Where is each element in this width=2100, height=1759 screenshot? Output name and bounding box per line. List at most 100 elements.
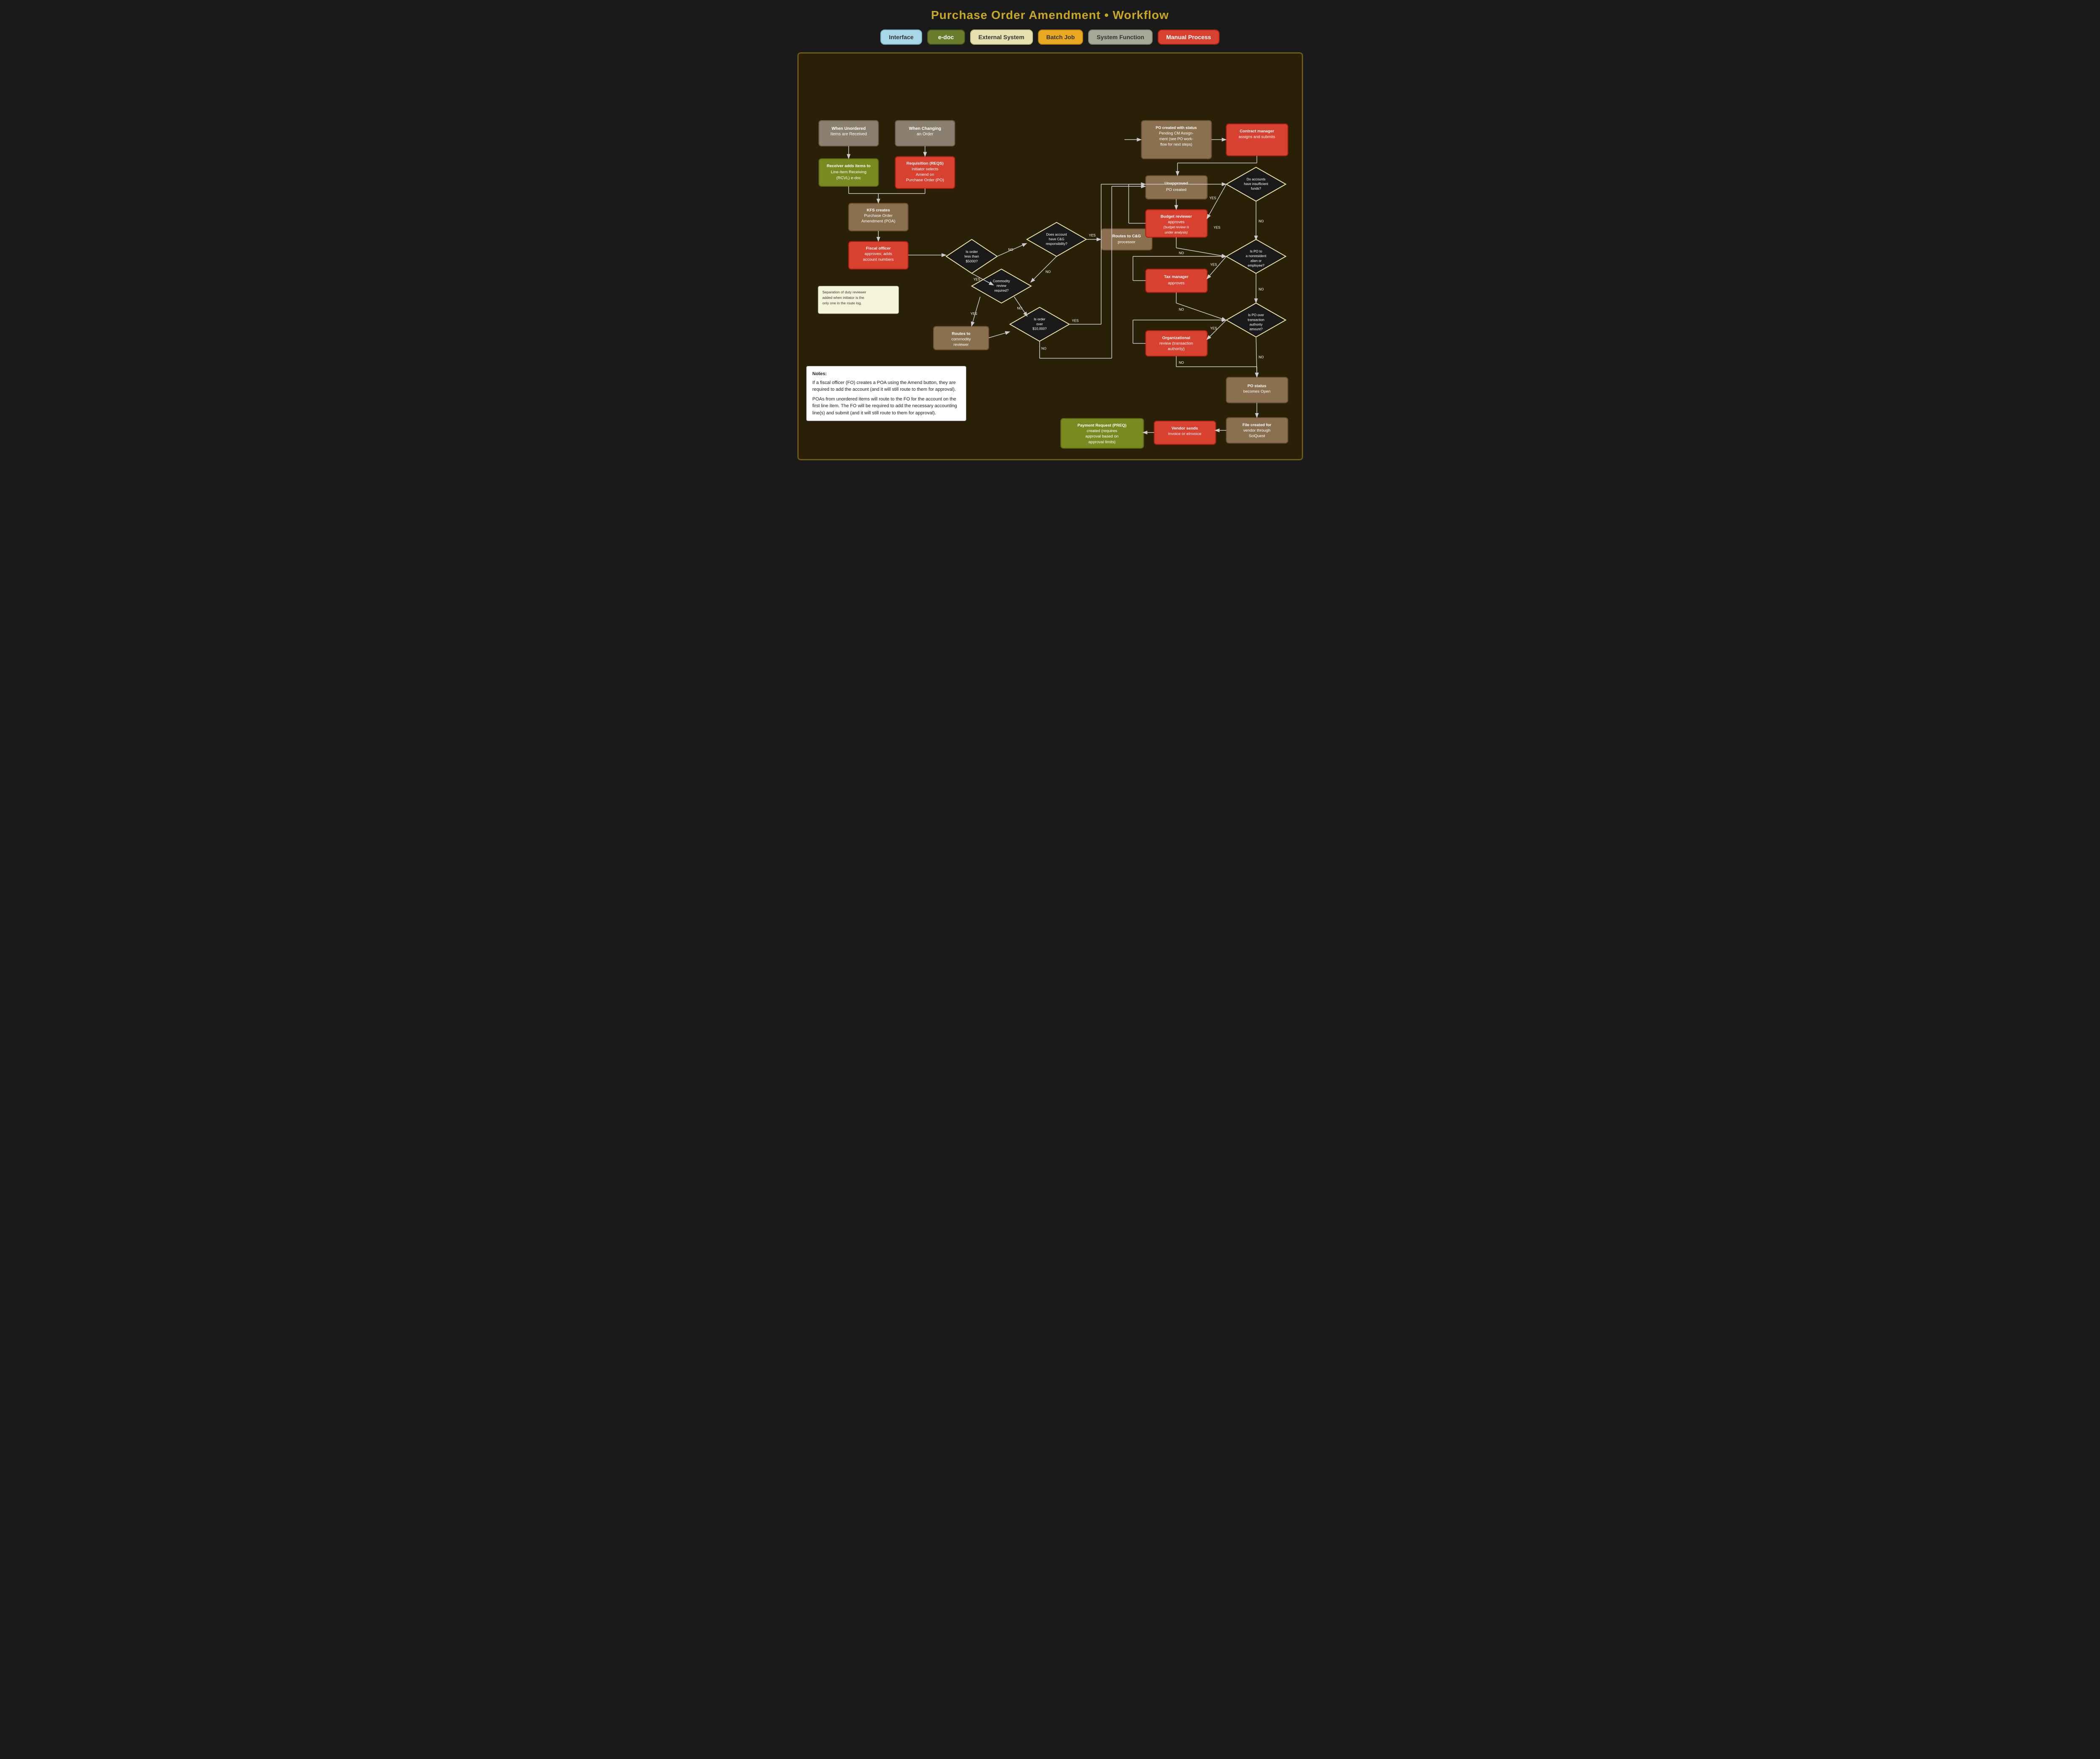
svg-text:YES: YES (973, 278, 980, 282)
svg-text:funds?: funds? (1251, 187, 1261, 191)
svg-text:YES: YES (1072, 319, 1078, 322)
svg-text:YES: YES (1210, 263, 1217, 266)
svg-text:becomes Open: becomes Open (1243, 389, 1271, 394)
diagram-area: When Unordered Items are Received When C… (797, 52, 1303, 460)
svg-text:NO: NO (1258, 355, 1263, 359)
svg-text:vendor through: vendor through (1243, 428, 1270, 433)
svg-text:NO: NO (1179, 251, 1184, 255)
svg-text:over: over (1036, 322, 1043, 326)
svg-text:Does account: Does account (1046, 233, 1067, 236)
legend-interface: Interface (880, 30, 922, 45)
svg-text:File created for: File created for (1242, 423, 1271, 427)
svg-text:Routes to C&G: Routes to C&G (1112, 234, 1141, 239)
svg-text:amount?: amount? (1249, 327, 1263, 331)
svg-text:Requisition (REQS): Requisition (REQS) (906, 161, 943, 166)
svg-text:Payment Request (PREQ): Payment Request (PREQ) (1077, 423, 1126, 428)
svg-text:created (requires: created (requires (1086, 429, 1117, 433)
svg-text:Amendment (POA): Amendment (POA) (861, 219, 895, 224)
svg-text:Is PO to: Is PO to (1250, 250, 1262, 253)
svg-text:Tax manager: Tax manager (1164, 275, 1188, 279)
svg-text:approves: approves (1168, 281, 1185, 286)
svg-text:assigns and submits: assigns and submits (1239, 134, 1275, 139)
svg-text:have C&G: have C&G (1049, 237, 1064, 241)
svg-text:commodity: commodity (951, 337, 971, 342)
svg-text:Unapproved: Unapproved (1164, 181, 1188, 186)
svg-text:an Order: an Order (917, 132, 933, 137)
svg-text:flow for next steps): flow for next steps) (1160, 142, 1192, 146)
svg-text:(RCVL) e-doc: (RCVL) e-doc (836, 176, 861, 180)
svg-text:reviewer: reviewer (953, 343, 969, 347)
notes-box: Notes: If a fiscal officer (FO) creates … (806, 366, 966, 421)
notes-text-2: POAs from unordered items will route to … (813, 396, 960, 417)
svg-text:authority: authority (1249, 322, 1262, 326)
svg-text:transaction: transaction (1247, 318, 1264, 322)
notes-text-1: If a fiscal officer (FO) creates a POA u… (813, 379, 960, 393)
svg-text:NO: NO (1017, 306, 1022, 310)
svg-text:processor: processor (1118, 240, 1136, 244)
svg-text:Routes to: Routes to (952, 331, 970, 336)
svg-text:Budget reviewer: Budget reviewer (1160, 215, 1192, 219)
svg-text:PO created with status: PO created with status (1156, 126, 1197, 130)
legend-system: System Function (1088, 30, 1153, 45)
svg-text:(budget review is: (budget review is (1163, 226, 1189, 229)
svg-text:approves; adds: approves; adds (864, 252, 892, 256)
svg-text:ment (see PO work-: ment (see PO work- (1159, 137, 1193, 141)
svg-text:review (transaction: review (transaction (1159, 341, 1193, 346)
svg-text:account numbers: account numbers (863, 257, 893, 262)
svg-text:Purchase Order: Purchase Order (864, 214, 893, 218)
svg-text:$5000?: $5000? (966, 259, 978, 263)
svg-text:KFS creates: KFS creates (866, 208, 890, 212)
svg-text:NO: NO (1008, 248, 1013, 252)
svg-text:Is order: Is order (966, 250, 978, 254)
svg-text:Is PO over: Is PO over (1248, 313, 1264, 317)
svg-text:only one in the route log.: only one in the route log. (822, 301, 862, 305)
svg-text:Line-Item Receiving: Line-Item Receiving (831, 170, 866, 175)
legend-batch: Batch Job (1038, 30, 1084, 45)
svg-text:approval limits): approval limits) (1088, 440, 1115, 444)
svg-text:Contract manager: Contract manager (1239, 129, 1274, 134)
svg-text:responsibility?: responsibility? (1046, 242, 1067, 246)
svg-text:YES: YES (970, 312, 977, 316)
svg-text:under analysis): under analysis) (1164, 231, 1188, 234)
svg-text:Pending CM Assign-: Pending CM Assign- (1159, 131, 1193, 135)
legend-manual: Manual Process (1158, 30, 1220, 45)
notes-title: Notes: (813, 371, 960, 378)
svg-text:Is order: Is order (1034, 317, 1046, 321)
svg-text:Fiscal officer: Fiscal officer (866, 246, 890, 251)
svg-text:YES: YES (1210, 326, 1217, 330)
svg-text:invoice or eInvoice: invoice or eInvoice (1168, 432, 1201, 436)
svg-text:Amend on: Amend on (916, 172, 934, 177)
svg-text:Do accounts: Do accounts (1247, 177, 1266, 181)
svg-text:Vendor sends: Vendor sends (1171, 426, 1198, 431)
svg-text:PO created: PO created (1166, 188, 1186, 192)
svg-text:approval based on: approval based on (1085, 434, 1118, 439)
svg-text:YES: YES (1213, 226, 1220, 230)
svg-text:Commodity: Commodity (992, 279, 1010, 283)
svg-text:required?: required? (994, 289, 1009, 293)
svg-text:NO: NO (1179, 308, 1184, 312)
svg-text:NO: NO (1045, 270, 1050, 274)
svg-text:Receiver adds items to: Receiver adds items to (826, 164, 870, 169)
svg-text:alien or: alien or (1250, 259, 1262, 263)
page-container: Purchase Order Amendment • Workflow Inte… (797, 8, 1303, 460)
svg-text:NO: NO (1258, 220, 1263, 223)
legend-edoc: e-doc (927, 30, 965, 45)
svg-text:PO status: PO status (1247, 384, 1266, 388)
svg-text:Separation of duty reviewer: Separation of duty reviewer (822, 290, 866, 294)
svg-text:NO: NO (1179, 361, 1184, 365)
svg-text:initiator selects: initiator selects (912, 167, 938, 172)
svg-text:Purchase Order (PO): Purchase Order (PO) (906, 178, 944, 183)
svg-text:When Changing: When Changing (909, 126, 941, 131)
svg-text:review: review (996, 284, 1006, 288)
svg-text:YES: YES (1209, 196, 1216, 200)
svg-text:a nonresident: a nonresident (1245, 254, 1266, 258)
svg-text:NO: NO (1041, 347, 1046, 351)
page-title: Purchase Order Amendment • Workflow (797, 8, 1303, 22)
svg-text:approves: approves (1168, 220, 1185, 225)
svg-text:Items are Received: Items are Received (830, 132, 867, 137)
legend: Interface e-doc External System Batch Jo… (797, 30, 1303, 45)
svg-text:SciQuest: SciQuest (1249, 434, 1265, 438)
svg-text:employee?: employee? (1247, 263, 1264, 267)
svg-text:YES: YES (1089, 234, 1095, 237)
svg-text:When Unordered: When Unordered (831, 126, 866, 131)
